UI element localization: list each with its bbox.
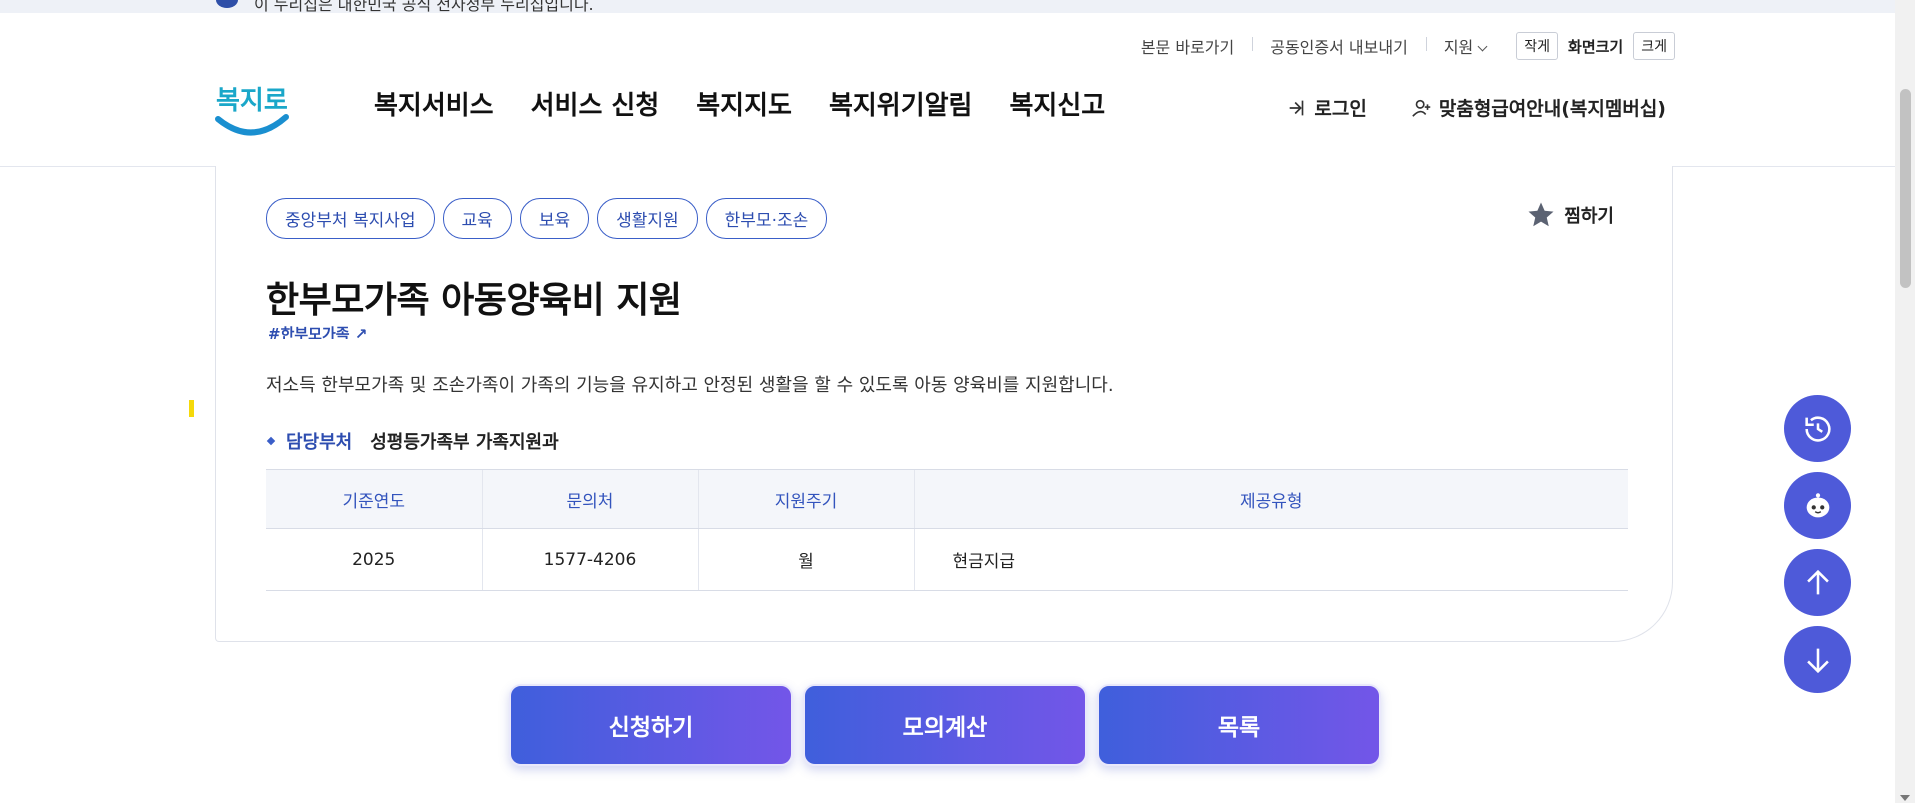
support-dropdown[interactable]: 지원	[1425, 34, 1504, 58]
chevron-down-icon	[1477, 41, 1488, 52]
membership-button[interactable]: 맞춤형급여안내(복지멤버십)	[1411, 94, 1666, 121]
header-contact: 문의처	[481, 469, 698, 529]
utility-bar: 본문 바로가기 공동인증서 내보내기 지원 작게 화면크기 크게	[1123, 32, 1675, 60]
header-support-cycle: 지원주기	[697, 469, 914, 529]
bokjiro-logo[interactable]: 복지로	[212, 69, 292, 149]
screen-size-label: 화면크기	[1568, 37, 1624, 56]
cell-support-cycle: 월	[697, 528, 914, 591]
floating-buttons	[1784, 395, 1851, 693]
page-scrollbar[interactable]	[1895, 0, 1915, 803]
chatbot-icon	[1806, 492, 1829, 517]
user-add-icon	[1412, 99, 1431, 117]
table-row: 2025 1577-4206 월 현금지급	[266, 528, 1628, 591]
table-header-row: 기준연도 문의처 지원주기 제공유형	[266, 469, 1628, 529]
focus-marker	[189, 400, 194, 417]
external-link-icon: ↗	[349, 325, 368, 339]
header-provision-type: 제공유형	[913, 469, 1628, 529]
login-label: 로그인	[1314, 98, 1367, 120]
nav-service-apply[interactable]: 서비스 신청	[531, 85, 660, 122]
department-label: 담당부처	[286, 432, 353, 453]
service-detail-card: 중앙부처 복지사업 교육 보육 생활지원 한부모·조손 찜하기 한부모가족 아동…	[215, 166, 1673, 642]
site-header: 본문 바로가기 공동인증서 내보내기 지원 작게 화면크기 크게 복지로 복지서…	[0, 13, 1895, 167]
apply-button[interactable]: 신청하기	[509, 684, 793, 766]
gov-emblem-icon	[216, 0, 238, 8]
tag-education[interactable]: 교육	[442, 198, 512, 239]
tag-childcare[interactable]: 보육	[519, 198, 590, 239]
category-tags: 중앙부처 복지사업 교육 보육 생활지원 한부모·조손	[266, 198, 828, 239]
service-info-table: 기준연도 문의처 지원주기 제공유형 2025 1577-4206 월 현금지급	[266, 469, 1628, 591]
logo-mark-icon: 복지로	[215, 86, 289, 136]
hashtag-text: #한부모가족	[268, 325, 350, 339]
support-label: 지원	[1443, 38, 1474, 57]
scroll-bottom-button[interactable]	[1784, 626, 1851, 693]
login-icon	[1290, 100, 1304, 115]
favorite-label: 찜하기	[1564, 206, 1614, 227]
chatbot-button[interactable]	[1784, 472, 1851, 539]
scroll-top-button[interactable]	[1784, 549, 1851, 616]
simulate-button[interactable]: 모의계산	[803, 684, 1087, 766]
login-button[interactable]: 로그인	[1286, 94, 1367, 121]
nav-welfare-map[interactable]: 복지지도	[696, 85, 792, 122]
list-button[interactable]: 목록	[1097, 684, 1381, 766]
bullet-icon	[266, 436, 276, 446]
nav-welfare-services[interactable]: 복지서비스	[374, 85, 494, 122]
star-icon	[1528, 202, 1554, 227]
tag-single-parent[interactable]: 한부모·조손	[705, 198, 828, 239]
recent-history-button[interactable]	[1784, 395, 1851, 462]
font-large-button[interactable]: 크게	[1633, 32, 1675, 60]
arrow-up-icon	[1806, 569, 1829, 594]
nav-crisis-alert[interactable]: 복지위기알림	[829, 85, 973, 122]
gov-banner-text: 이 누리집은 대한민국 공식 전자정부 누리집입니다.	[254, 0, 594, 13]
hashtag-link[interactable]: #한부모가족 ↗	[268, 323, 367, 339]
gov-banner: 이 누리집은 대한민국 공식 전자정부 누리집입니다.	[0, 0, 1895, 13]
favorite-button[interactable]: 찜하기	[1526, 200, 1614, 230]
tag-central-ministry[interactable]: 중앙부처 복지사업	[266, 198, 435, 239]
history-icon	[1804, 415, 1831, 442]
arrow-down-icon	[1806, 648, 1829, 673]
cell-base-year: 2025	[266, 528, 482, 591]
scroll-down-arrow-icon[interactable]	[1900, 795, 1910, 801]
action-buttons: 신청하기 모의계산 목록	[509, 684, 1381, 766]
header-base-year: 기준연도	[266, 469, 482, 529]
cert-export-link[interactable]: 공동인증서 내보내기	[1252, 34, 1426, 58]
cell-contact: 1577-4206	[481, 528, 698, 591]
main-nav: 복지서비스 서비스 신청 복지지도 복지위기알림 복지신고	[374, 85, 1105, 122]
membership-label: 맞춤형급여안내(복지멤버십)	[1438, 98, 1666, 120]
department-row: 담당부처 성평등가족부 가족지원과	[266, 428, 559, 454]
department-value: 성평등가족부 가족지원과	[370, 432, 559, 453]
font-small-button[interactable]: 작게	[1516, 32, 1559, 60]
tag-living-support[interactable]: 생활지원	[597, 198, 698, 239]
nav-welfare-report[interactable]: 복지신고	[1009, 85, 1105, 122]
auth-area: 로그인 맞춤형급여안내(복지멤버십)	[1286, 94, 1666, 121]
service-title: 한부모가족 아동양육비 지원	[266, 280, 682, 321]
service-description: 저소득 한부모가족 및 조손가족이 가족의 기능을 유지하고 안정된 생활을 할…	[266, 375, 1114, 396]
skip-to-content-link[interactable]: 본문 바로가기	[1123, 34, 1252, 58]
scrollbar-thumb[interactable]	[1900, 89, 1911, 288]
logo-text: 복지로	[216, 86, 288, 116]
cell-provision-type: 현금지급	[913, 528, 1628, 591]
